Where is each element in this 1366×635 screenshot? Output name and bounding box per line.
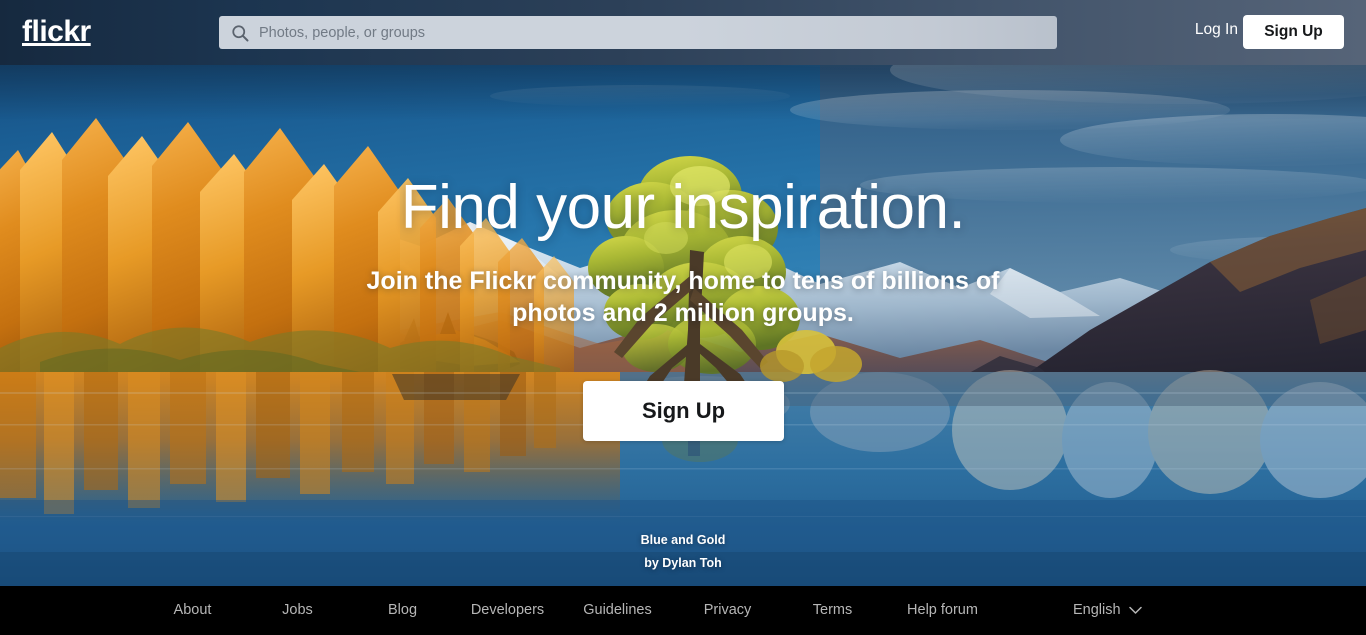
photo-author-link[interactable]: by Dylan Toh [0, 552, 1366, 575]
search-input[interactable] [259, 24, 1057, 41]
site-header: flickr Log In Sign Up [0, 0, 1366, 65]
footer-link-jobs[interactable]: Jobs [245, 603, 350, 618]
hero-subheadline-line2: photos and 2 million groups. [512, 299, 854, 328]
footer-link-privacy[interactable]: Privacy [675, 603, 780, 618]
footer-link-terms[interactable]: Terms [780, 603, 885, 618]
footer-link-about[interactable]: About [140, 603, 245, 618]
hero-subheadline: Join the Flickr community, home to tens … [0, 265, 1366, 330]
chevron-down-icon [1128, 606, 1142, 614]
footer-link-guidelines[interactable]: Guidelines [560, 603, 675, 618]
hero-headline: Find your inspiration. [400, 173, 966, 242]
signup-cta-button[interactable]: Sign Up [583, 381, 784, 441]
search-bar[interactable] [219, 16, 1057, 49]
footer-link-developers[interactable]: Developers [455, 603, 560, 618]
signup-header-button[interactable]: Sign Up [1243, 15, 1344, 49]
hero-subheadline-line1: Join the Flickr community, home to tens … [366, 267, 1000, 295]
flickr-logo[interactable]: flickr [22, 17, 91, 47]
photo-title-link[interactable]: Blue and Gold [0, 529, 1366, 552]
login-link[interactable]: Log In [1195, 22, 1238, 38]
language-label: English [1073, 602, 1121, 619]
footer-link-help-forum[interactable]: Help forum [885, 603, 1000, 618]
search-icon [232, 24, 249, 41]
site-footer: About Jobs Blog Developers Guidelines Pr… [0, 586, 1366, 635]
footer-links: About Jobs Blog Developers Guidelines Pr… [140, 603, 1142, 618]
photo-credit: Blue and Gold by Dylan Toh [0, 529, 1366, 575]
footer-link-blog[interactable]: Blog [350, 603, 455, 618]
flickr-homepage: flickr Log In Sign Up Find your inspirat… [0, 0, 1366, 635]
language-selector[interactable]: English [1073, 603, 1142, 618]
